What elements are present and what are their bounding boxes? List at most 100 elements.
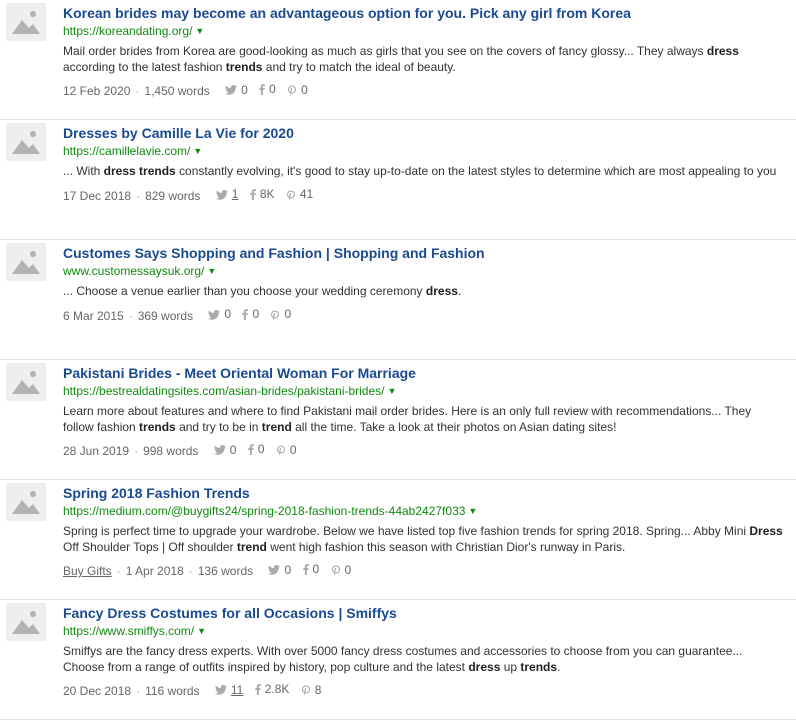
snippet-highlight: trends [225,59,263,74]
result-url-line: https://camillelavie.com/▼ [63,144,783,160]
facebook-shares[interactable]: 0 [302,562,320,577]
meta-separator: · [136,188,141,203]
facebook-icon [242,308,249,320]
result-url[interactable]: https://bestrealdatingsites.com/asian-br… [63,384,385,398]
twitter-shares[interactable]: 11 [214,682,244,698]
facebook-icon [302,564,309,575]
meta-separator: · [134,444,139,458]
result-url[interactable]: https://www.smiffys.com/ [63,624,194,638]
twitter-count: 1 [231,187,239,201]
facebook-count: 0 [269,82,276,96]
pinterest-icon [286,189,295,200]
image-placeholder-icon[interactable] [6,123,46,161]
result-meta: 28 Jun 2019 · 998 words 0 0 0 [63,442,783,459]
facebook-shares[interactable]: 0 [242,307,259,322]
result-title-link[interactable]: Spring 2018 Fashion Trends [63,485,783,502]
twitter-icon [214,685,227,695]
result-meta: 20 Dec 2018 · 116 words 11 2.8K 8 [63,682,783,699]
twitter-shares[interactable]: 0 [208,307,231,322]
image-placeholder-icon[interactable] [6,363,46,401]
pinterest-count: 0 [301,82,308,97]
snippet-text: Mail order brides from Korea are good-lo… [63,44,707,58]
result-meta: Buy Gifts · 1 Apr 2018 · 136 words 0 0 0 [63,562,783,579]
snippet-text: Off Shoulder Tops | Off shoulder [63,539,237,554]
result-title-link[interactable]: Customes Says Shopping and Fashion | Sho… [63,245,783,262]
result-word-count: 369 words [137,308,194,323]
url-dropdown-caret-icon[interactable]: ▼ [207,264,216,279]
result-content: Spring 2018 Fashion Trends https://mediu… [63,485,783,579]
twitter-count: 0 [229,442,237,457]
result-author-link[interactable]: Buy Gifts [63,564,112,578]
result-snippet: Learn more about features and where to f… [63,404,783,435]
twitter-shares[interactable]: 0 [268,563,291,578]
pinterest-icon [271,309,280,320]
image-placeholder-icon[interactable] [6,483,46,521]
facebook-shares[interactable]: 2.8K [254,682,290,697]
pinterest-shares[interactable]: 8 [301,682,322,698]
pinterest-count: 0 [344,562,352,577]
share-counts: 1 8K 41 [215,187,313,204]
twitter-count: 0 [241,82,248,97]
facebook-shares[interactable]: 8K [250,187,275,202]
pinterest-shares[interactable]: 0 [287,83,308,98]
image-placeholder-icon[interactable] [6,3,46,41]
result-title-link[interactable]: Dresses by Camille La Vie for 2020 [63,125,783,142]
url-dropdown-caret-icon[interactable]: ▼ [468,504,477,519]
twitter-count: 0 [284,562,292,577]
pinterest-shares[interactable]: 0 [276,443,297,458]
result-title-link[interactable]: Pakistani Brides - Meet Oriental Woman F… [63,365,783,382]
url-dropdown-caret-icon[interactable]: ▼ [388,384,397,399]
facebook-icon [248,444,254,455]
search-results-list: Korean brides may become an advantageous… [0,0,796,720]
twitter-shares[interactable]: 0 [213,442,237,458]
result-url[interactable]: https://medium.com/@buygifts24/spring-20… [63,504,465,518]
facebook-shares[interactable]: 0 [248,442,265,457]
result-snippet: Smiffys are the fancy dress experts. Wit… [63,644,783,675]
result-title-link[interactable]: Korean brides may become an advantageous… [63,5,783,22]
result-word-count: 829 words [145,188,201,203]
result-title-link[interactable]: Fancy Dress Costumes for all Occasions |… [63,605,783,622]
url-dropdown-caret-icon[interactable]: ▼ [193,144,202,159]
result-date: 28 Jun 2019 [63,444,130,458]
share-counts: 11 2.8K 8 [214,682,322,699]
twitter-count: 11 [230,682,244,697]
result-word-count: 136 words [197,564,254,578]
snippet-highlight: dress [468,659,501,674]
result-content: Customes Says Shopping and Fashion | Sho… [63,245,783,324]
result-url-line: www.customessaysuk.org/▼ [63,264,783,280]
result-url-line: https://koreandating.org/▼ [63,24,783,40]
facebook-count: 0 [312,562,320,576]
snippet-highlight: Dress [749,524,783,538]
twitter-shares[interactable]: 0 [225,83,248,98]
result-url[interactable]: https://camillelavie.com/ [63,144,190,158]
pinterest-shares[interactable]: 0 [331,562,352,578]
facebook-icon [259,84,265,95]
image-placeholder-icon[interactable] [6,603,46,641]
result-snippet: Mail order brides from Korea are good-lo… [63,44,783,75]
twitter-shares[interactable]: 1 [215,187,239,202]
result-item: Customes Says Shopping and Fashion | Sho… [0,240,796,360]
result-url[interactable]: https://koreandating.org/ [63,24,192,38]
result-snippet: Spring is perfect time to upgrade your w… [63,524,783,555]
result-item: Fancy Dress Costumes for all Occasions |… [0,600,796,720]
result-date: 17 Dec 2018 [63,188,132,203]
pinterest-shares[interactable]: 41 [286,187,313,202]
image-placeholder-icon[interactable] [6,243,46,281]
result-url-line: https://www.smiffys.com/▼ [63,624,783,640]
pinterest-count: 41 [299,187,314,201]
pinterest-icon [331,565,340,575]
result-snippet: ... With dress trends constantly evolvin… [63,164,783,180]
facebook-shares[interactable]: 0 [259,82,276,97]
result-url[interactable]: www.customessaysuk.org/ [63,264,204,278]
result-url-line: https://medium.com/@buygifts24/spring-20… [63,504,783,520]
url-dropdown-caret-icon[interactable]: ▼ [195,24,204,39]
snippet-highlight: trends [520,659,558,674]
pinterest-shares[interactable]: 0 [270,307,291,322]
result-content: Pakistani Brides - Meet Oriental Woman F… [63,365,783,459]
pinterest-count: 8 [314,682,322,697]
facebook-count: 2.8K [264,682,290,696]
url-dropdown-caret-icon[interactable]: ▼ [197,624,206,639]
snippet-highlight: dress [706,44,739,58]
share-counts: 0 0 0 [225,82,308,99]
twitter-icon [208,309,221,320]
